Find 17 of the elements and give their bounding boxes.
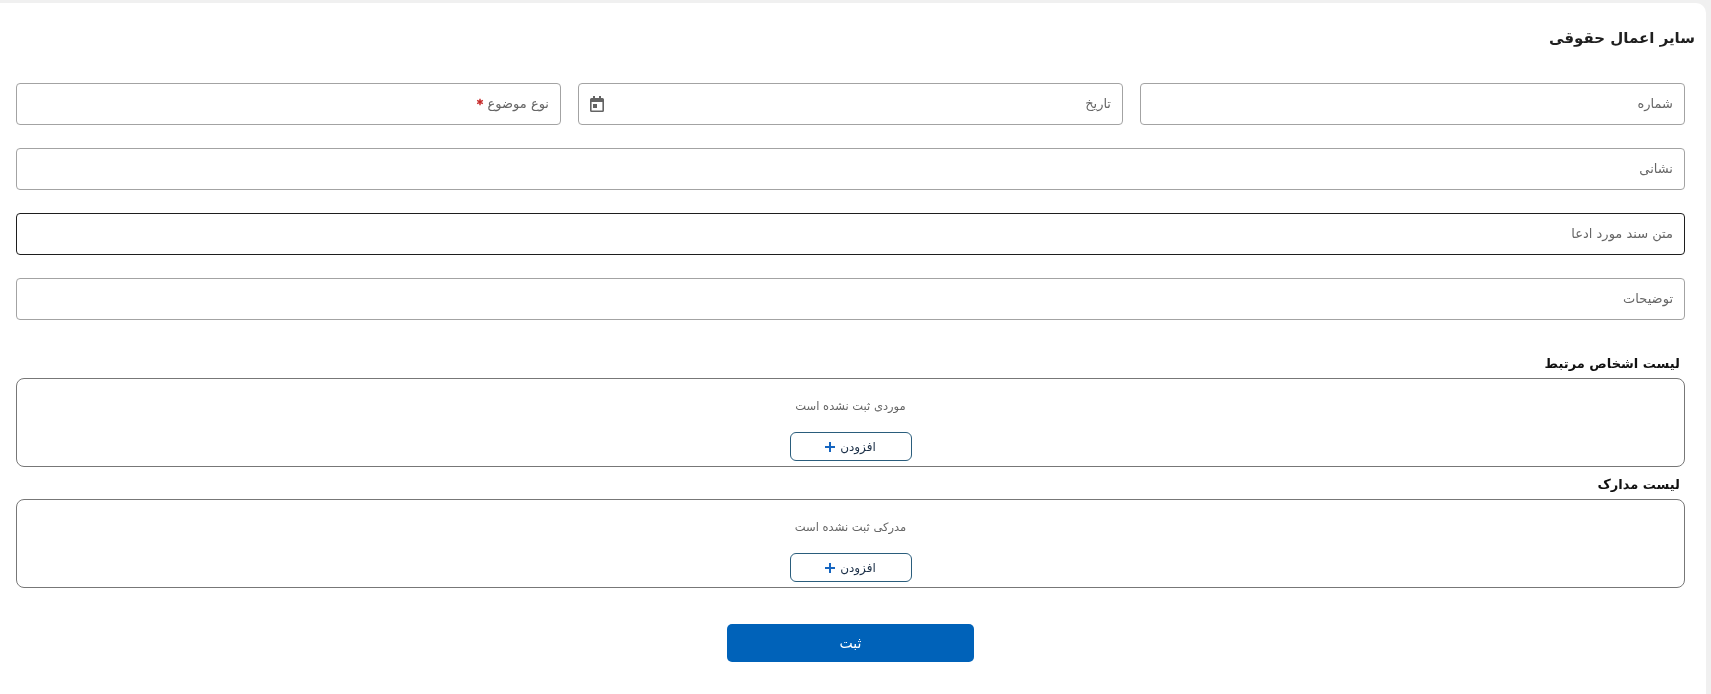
empty-message: موردی ثبت نشده است (795, 398, 906, 414)
input-field[interactable]: نشانی (16, 148, 1685, 190)
submit-button[interactable]: ثبت (727, 624, 974, 662)
input-field[interactable]: متن سند مورد ادعا (16, 213, 1685, 255)
date-field[interactable]: تاریخ (578, 83, 1123, 125)
input-field[interactable]: توضیحات (16, 278, 1685, 320)
add-button[interactable]: افزودن (789, 553, 912, 582)
input-field[interactable]: شماره (1140, 83, 1685, 125)
plus-icon (825, 441, 836, 452)
add-button[interactable]: افزودن (789, 432, 912, 461)
list-title: لیست اشخاص مرتبط (1544, 355, 1681, 373)
calendar-icon[interactable] (590, 96, 604, 112)
plus-icon (825, 562, 836, 573)
section-title: سایر اعمال حقوقی (1549, 28, 1695, 48)
list-title: لیست مدارک (1597, 476, 1681, 494)
empty-message: مدرکی ثبت نشده است (794, 519, 907, 535)
input-field[interactable]: نوع موضوع (16, 83, 561, 125)
